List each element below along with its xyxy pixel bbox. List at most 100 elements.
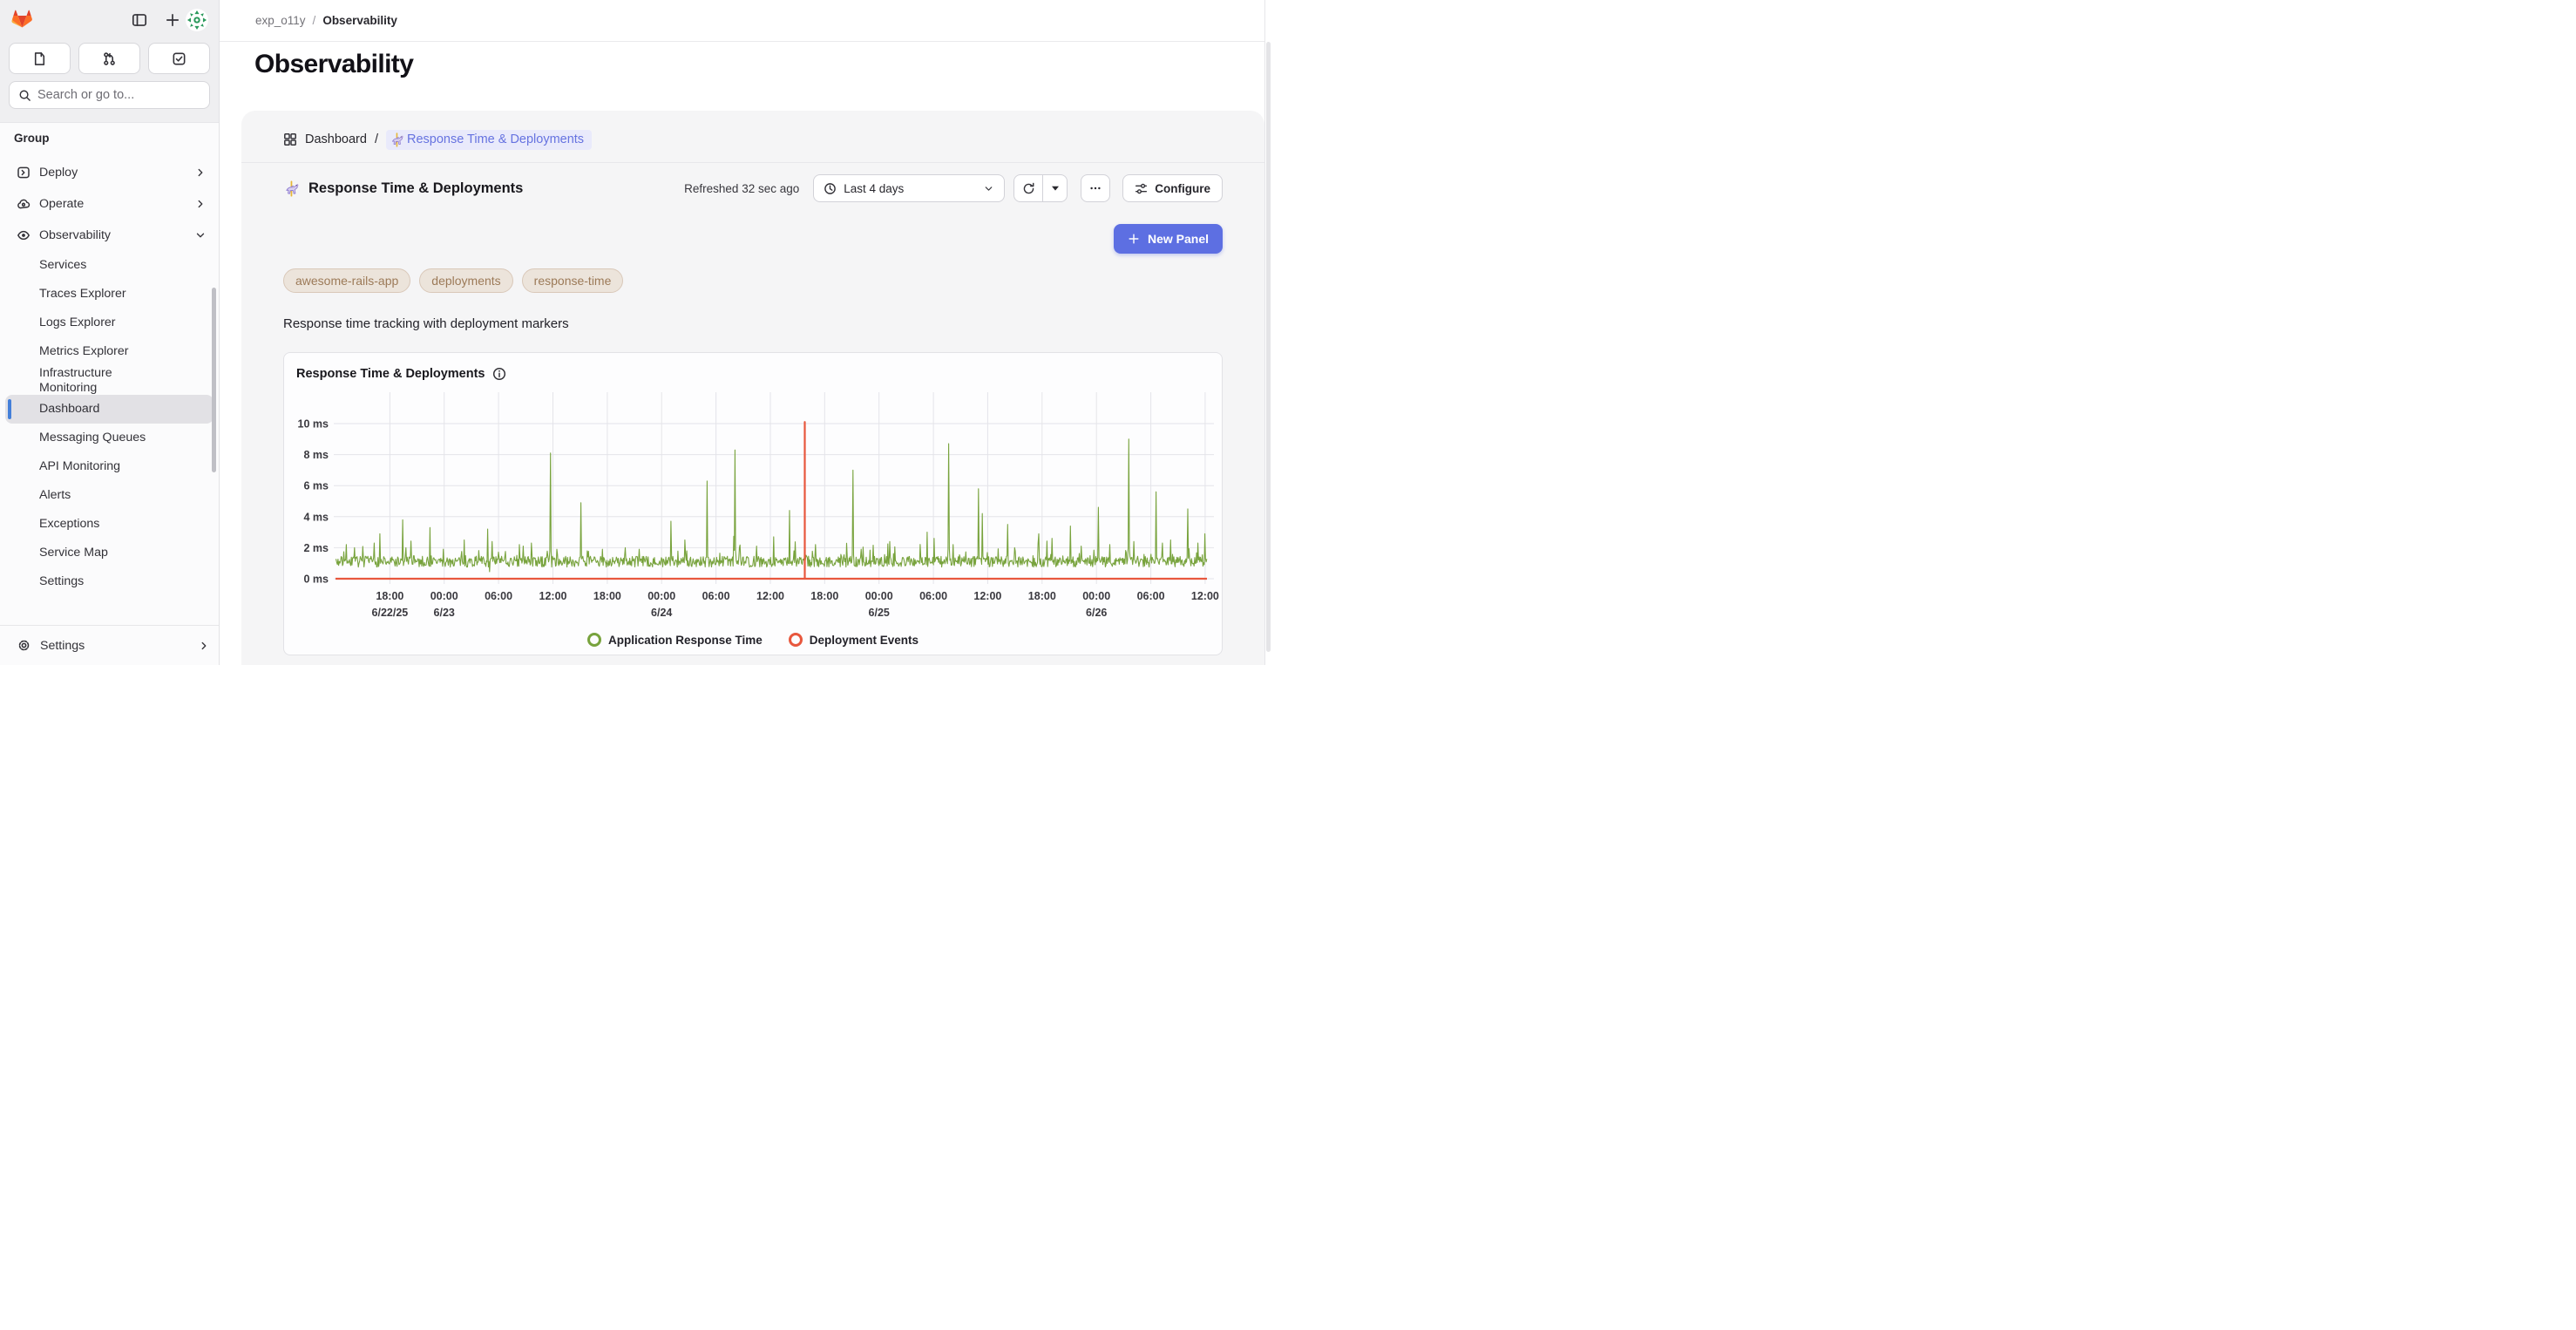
tag-deployments[interactable]: deployments [419, 268, 512, 293]
refreshed-status: Refreshed 32 sec ago [684, 182, 799, 195]
new-panel-label: New Panel [1148, 232, 1209, 246]
main-scrollbar-thumb[interactable] [1266, 42, 1271, 652]
sidebar-item-api-monitoring[interactable]: API Monitoring [5, 452, 214, 481]
sidebar-item-infrastructure-monitoring[interactable]: Infrastructure Monitoring [5, 366, 214, 395]
observability-submenu: Services Traces Explorer Logs Explorer Metr… [5, 251, 214, 596]
chevron-right-icon [194, 166, 207, 179]
chart-legend: Application Response Time Deployment Even… [284, 633, 1222, 647]
svg-text:18:00: 18:00 [593, 590, 621, 602]
sidebar-item-settings[interactable]: Settings [5, 567, 214, 596]
refresh-button[interactable] [1013, 174, 1043, 202]
sidebar-item-exceptions[interactable]: Exceptions [5, 510, 214, 539]
sidebar-item-label: Logs Explorer [39, 316, 116, 330]
sidebar-item-services[interactable]: Services [5, 251, 214, 280]
svg-text:00:00: 00:00 [865, 590, 893, 602]
eye-icon [17, 228, 31, 242]
sidebar-item-label: Traces Explorer [39, 287, 126, 302]
search-placeholder: Search or go to... [37, 88, 134, 102]
refresh-options-button[interactable] [1042, 174, 1068, 202]
sidebar-item-metrics-explorer[interactable]: Metrics Explorer [5, 337, 214, 366]
sidebar-item-logs-explorer[interactable]: Logs Explorer [5, 309, 214, 337]
sidebar-item-label: Dashboard [39, 402, 99, 417]
svg-text:4 ms: 4 ms [304, 511, 329, 523]
sidebar-item-messaging-queues[interactable]: Messaging Queues [5, 424, 214, 452]
chart-title-row: Response Time & Deployments [296, 367, 506, 381]
breadcrumb-group-link[interactable]: exp_o11y [255, 14, 306, 27]
svg-text:12:00: 12:00 [973, 590, 1001, 602]
sidebar-item-deploy[interactable]: Deploy [5, 157, 214, 188]
sidebar-item-alerts[interactable]: Alerts [5, 481, 214, 510]
chevron-down-icon [983, 183, 994, 194]
sidebar-item-label: Services [39, 258, 86, 273]
more-actions-button[interactable] [1081, 174, 1110, 202]
breadcrumb-separator: / [313, 14, 316, 27]
time-range-value: Last 4 days [844, 182, 904, 195]
search-icon [18, 89, 31, 102]
sidebar-scrollbar-thumb[interactable] [212, 288, 216, 472]
sidebar-item-operate[interactable]: Operate [5, 188, 214, 220]
new-panel-button[interactable]: New Panel [1114, 224, 1223, 254]
legend-item-deployment-events[interactable]: Deployment Events [789, 633, 919, 647]
sidebar-item-label: Settings [39, 574, 84, 589]
tag-awesome-rails-app[interactable]: awesome-rails-app [283, 268, 410, 293]
svg-text:10 ms: 10 ms [298, 418, 329, 431]
legend-ring [587, 633, 601, 647]
configure-button[interactable]: Configure [1122, 174, 1223, 202]
issues-button[interactable] [9, 43, 71, 74]
task-done-icon [172, 51, 186, 66]
todo-list-button[interactable] [148, 43, 210, 74]
dashboard-breadcrumb-current[interactable]: Response Time & Deployments [386, 130, 592, 150]
breadcrumb-current[interactable]: Observability [322, 14, 397, 27]
svg-text:06:00: 06:00 [485, 590, 512, 602]
merge-requests-button[interactable] [78, 43, 140, 74]
sidebar-collapse-icon[interactable] [130, 10, 149, 30]
dashboards-grid-icon [283, 132, 297, 146]
sidebar-item-build[interactable]: Build [5, 147, 214, 157]
sidebar-item-settings-footer[interactable]: Settings [0, 625, 219, 665]
sidebar-nav: Build Deploy Operate Observability [5, 147, 214, 625]
ellipsis-icon [1089, 182, 1102, 194]
svg-text:6 ms: 6 ms [304, 480, 329, 492]
svg-text:6/22/25: 6/22/25 [372, 607, 409, 619]
dashboard-controls: Refreshed 32 sec ago Last 4 days [684, 174, 1223, 202]
sidebar-item-label: Infrastructure Monitoring [39, 366, 166, 395]
dashboard-breadcrumb: Dashboard / Response Time & Deployments [283, 123, 1223, 156]
legend-item-application-response-time[interactable]: Application Response Time [587, 633, 763, 647]
svg-text:06:00: 06:00 [1137, 590, 1165, 602]
sidebar-item-label: Service Map [39, 546, 108, 560]
clock-icon [824, 182, 837, 195]
sidebar-item-service-map[interactable]: Service Map [5, 539, 214, 567]
preferences-sliders-icon [1135, 182, 1148, 195]
chart-canvas: 18:006/22/2500:006/2306:0012:0018:0000:0… [284, 353, 1223, 655]
sidebar-item-observability[interactable]: Observability [5, 220, 214, 251]
legend-label: Deployment Events [810, 634, 919, 647]
sidebar-item-dashboard[interactable]: Dashboard [5, 395, 214, 424]
chevron-right-icon [198, 640, 210, 652]
user-avatar[interactable] [186, 9, 208, 31]
info-icon[interactable] [492, 367, 506, 381]
svg-text:06:00: 06:00 [702, 590, 730, 602]
dashboard-breadcrumb-root[interactable]: Dashboard [305, 132, 367, 146]
dashboard-tags: awesome-rails-app deployments response-tim… [283, 268, 623, 293]
merge-request-icon [102, 51, 117, 66]
svg-text:0 ms: 0 ms [304, 573, 329, 586]
operate-icon [17, 197, 31, 211]
sidebar-item-label: Exceptions [39, 517, 99, 532]
svg-text:00:00: 00:00 [430, 590, 458, 602]
plus-icon [1128, 233, 1140, 245]
time-range-dropdown[interactable]: Last 4 days [813, 174, 1005, 202]
gitlab-logo-icon[interactable] [10, 7, 34, 30]
main-scrollbar-track[interactable] [1264, 0, 1288, 665]
svg-text:6/25: 6/25 [869, 607, 890, 619]
new-menu-plus-icon[interactable] [163, 10, 182, 30]
tag-response-time[interactable]: response-time [522, 268, 624, 293]
svg-text:12:00: 12:00 [756, 590, 784, 602]
dashboard-header: Response Time & Deployments Refreshed 32… [283, 174, 1223, 202]
caret-down-icon [1051, 184, 1060, 193]
svg-text:18:00: 18:00 [810, 590, 838, 602]
build-icon [17, 147, 31, 148]
sidebar-item-traces-explorer[interactable]: Traces Explorer [5, 280, 214, 309]
search-input[interactable]: Search or go to... [9, 81, 210, 109]
svg-text:12:00: 12:00 [539, 590, 567, 602]
legend-ring [789, 633, 803, 647]
